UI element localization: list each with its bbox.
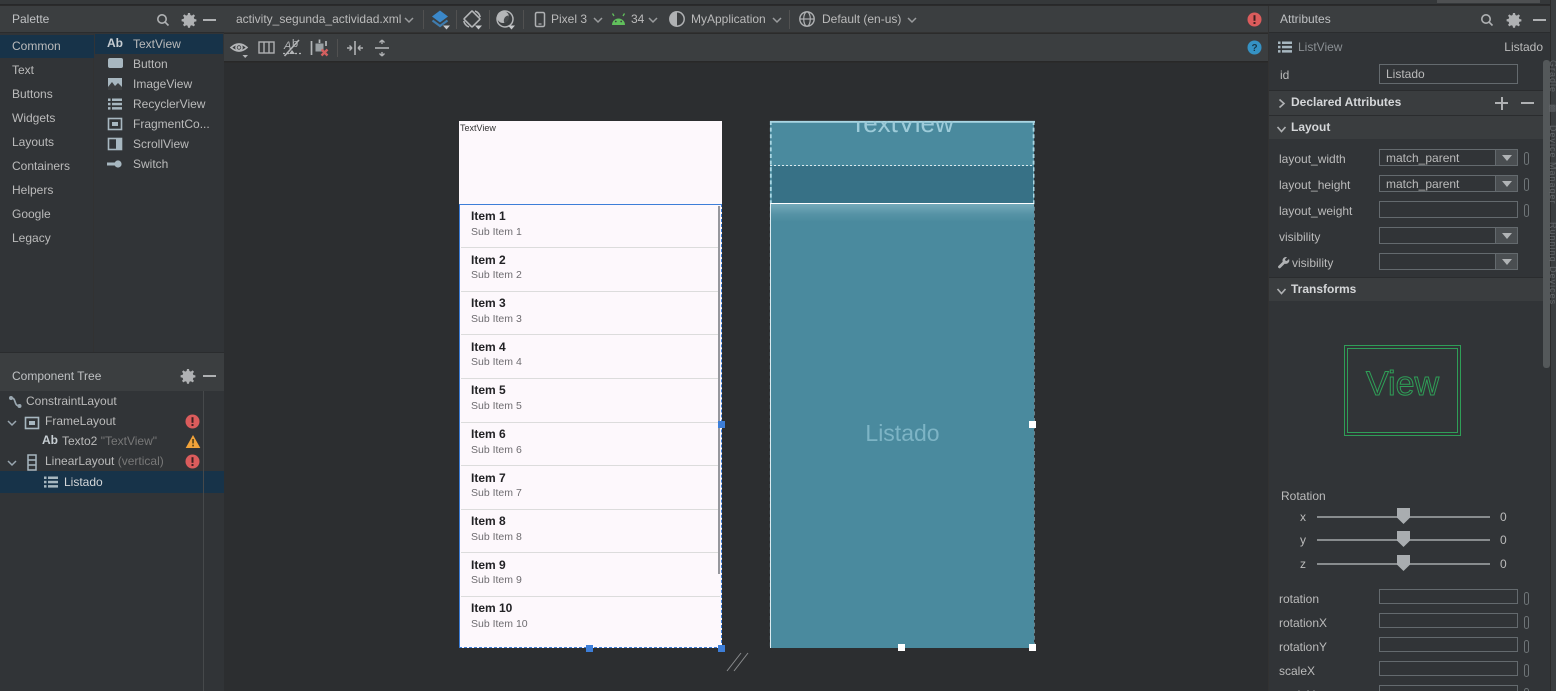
svg-text:?: ?	[1251, 43, 1257, 54]
